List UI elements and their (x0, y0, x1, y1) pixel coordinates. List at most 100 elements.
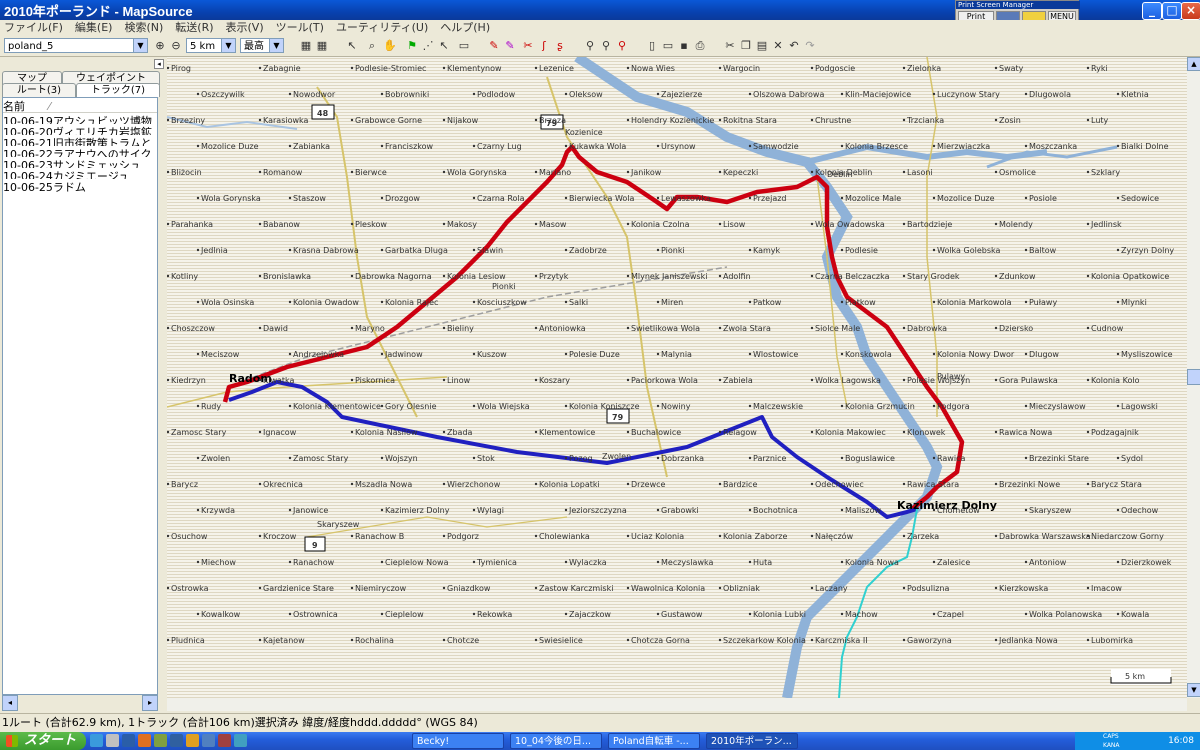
place-label: Salki (569, 298, 588, 307)
place-dot (1086, 430, 1090, 434)
start-button[interactable]: スタート (0, 732, 86, 750)
zoom-scale-select[interactable]: 5 km ▼ (186, 38, 236, 53)
quicklaunch-app-icon[interactable] (186, 734, 199, 747)
place-label: Malczewskie (753, 402, 803, 411)
quicklaunch-app-icon[interactable] (234, 734, 247, 747)
selection-arrow-icon[interactable]: ↖ (436, 38, 452, 54)
minimize-button[interactable]: _ (1142, 2, 1162, 20)
place-dot (196, 144, 200, 148)
map-view[interactable]: 48 79 79 9 Radom Kozienice Deblin Pulawy… (167, 57, 1187, 698)
menu-view[interactable]: 表示(V) (226, 20, 264, 36)
list-column-header[interactable]: 名前 ⁄ (3, 98, 157, 113)
tab-tracks[interactable]: トラック(7) (76, 83, 160, 97)
map-vertical-scrollbar[interactable]: ▲ ▼ (1187, 57, 1200, 698)
quicklaunch-desktop-icon[interactable] (106, 734, 119, 747)
track-draw-icon[interactable]: ✎ (486, 38, 502, 54)
chevron-down-icon[interactable]: ▼ (221, 39, 235, 52)
place-dot (258, 534, 262, 538)
waypoint-tool-icon[interactable]: ⚑ (404, 38, 420, 54)
cut-icon[interactable]: ✂ (722, 38, 738, 54)
clock[interactable]: 16:08 (1168, 732, 1194, 750)
find-nearby-icon[interactable]: ⚲ (598, 38, 614, 54)
chevron-down-icon[interactable]: ▼ (133, 39, 147, 52)
place-dot (258, 638, 262, 642)
track-join-icon[interactable]: ʃ (536, 38, 552, 54)
quicklaunch-app-icon[interactable] (170, 734, 183, 747)
quicklaunch-ie-icon[interactable] (90, 734, 103, 747)
place-label: Osmolice (999, 168, 1036, 177)
menu-file[interactable]: ファイル(F) (4, 20, 63, 36)
track-list-item[interactable]: 10-06-22ラアナウへのサイクリング (3, 146, 157, 177)
menu-help[interactable]: ヘルプ(H) (440, 20, 490, 36)
open-folder-icon[interactable]: ▭ (660, 38, 676, 54)
track-list-item[interactable]: 10-06-21旧市街散策トラムと徒歩 (3, 135, 157, 166)
place-label: Miren (661, 298, 683, 307)
track-list-item[interactable]: 10-06-19アウシュビッツ博物館見学バ (3, 113, 157, 144)
receive-from-device-icon[interactable]: ▦ (298, 38, 314, 54)
quicklaunch-app-icon[interactable] (202, 734, 215, 747)
zoom-out-icon[interactable]: ⊖ (168, 38, 184, 54)
track-list-item-selected[interactable]: 10-06-25ラドム (3, 179, 157, 194)
quicklaunch-app-icon[interactable] (218, 734, 231, 747)
place-dot (380, 612, 384, 616)
menu-tools[interactable]: ツール(T) (276, 20, 324, 36)
find-recent-icon[interactable]: ⚲ (614, 38, 630, 54)
map-product-select[interactable]: poland_5 ▼ (4, 38, 148, 53)
track-list-item[interactable]: 10-06-24カジミエージュ (3, 168, 157, 183)
print-icon[interactable]: ⎙ (692, 38, 708, 54)
taskbar-item[interactable]: Becky! (412, 733, 504, 749)
scroll-up-icon[interactable]: ▲ (1187, 57, 1200, 71)
chevron-down-icon[interactable]: ▼ (269, 39, 283, 52)
place-label: Gustawow (661, 610, 703, 619)
ruler-tool-icon[interactable]: ▭ (456, 38, 472, 54)
select-tool-icon[interactable]: ↖ (344, 38, 360, 54)
track-erase-icon[interactable]: ✎ (502, 38, 518, 54)
menu-transfer[interactable]: 転送(R) (175, 20, 213, 36)
close-button[interactable]: × (1181, 2, 1200, 20)
track-list-item[interactable]: 10-06-20ヴィエリチカ岩塩鉱山 (3, 124, 157, 155)
zoom-in-icon[interactable]: ⊕ (152, 38, 168, 54)
delete-icon[interactable]: ✕ (770, 38, 786, 54)
find-icon[interactable]: ⚲ (582, 38, 598, 54)
menu-utilities[interactable]: ユーティリティ(U) (336, 20, 428, 36)
map-horizontal-scrollbar[interactable] (167, 698, 1187, 711)
detail-level-select[interactable]: 最高 ▼ (240, 38, 284, 53)
quicklaunch-app-icon[interactable] (154, 734, 167, 747)
paste-icon[interactable]: ▤ (754, 38, 770, 54)
scroll-left-icon[interactable]: ◂ (2, 695, 18, 711)
menu-find[interactable]: 検索(N) (124, 20, 163, 36)
taskbar-item-active[interactable]: 2010年ポーラン... (706, 733, 798, 749)
maximize-button[interactable]: □ (1162, 2, 1182, 20)
place-label: Mozolice Duze (937, 194, 995, 203)
ime-indicator[interactable]: CAPS KANA (1103, 732, 1127, 750)
save-icon[interactable]: ▪ (676, 38, 692, 54)
track-filter-icon[interactable]: ʂ (552, 38, 568, 54)
quicklaunch-word-icon[interactable] (122, 734, 135, 747)
scroll-thumb[interactable] (1187, 369, 1200, 385)
place-label: Bartodzieje (907, 220, 952, 229)
undo-icon[interactable]: ↶ (786, 38, 802, 54)
taskbar-item[interactable]: 10_04今後の日... (510, 733, 602, 749)
map-canvas[interactable]: 48 79 79 9 Radom Kozienice Deblin Pulawy… (167, 57, 1187, 698)
quicklaunch-app-icon[interactable] (138, 734, 151, 747)
new-file-icon[interactable]: ▯ (644, 38, 660, 54)
scroll-right-icon[interactable]: ▸ (142, 695, 158, 711)
place-dot (1024, 456, 1028, 460)
scroll-down-icon[interactable]: ▼ (1187, 683, 1200, 697)
place-label: Buchalowice (631, 428, 681, 437)
send-to-device-icon[interactable]: ▦ (314, 38, 330, 54)
track-list-item[interactable]: 10-06-23サンドミェッシュ (3, 157, 157, 172)
route-tool-icon[interactable]: ⋰ (420, 38, 436, 54)
track-divide-icon[interactable]: ✂ (520, 38, 536, 54)
menu-edit[interactable]: 編集(E) (75, 20, 113, 36)
collapse-panel-icon[interactable]: ◂ (154, 59, 164, 69)
copy-icon[interactable]: ❐ (738, 38, 754, 54)
zoom-tool-icon[interactable]: ⌕ (364, 38, 380, 54)
hand-tool-icon[interactable]: ✋ (382, 38, 398, 54)
place-label: Mlynki (1121, 298, 1147, 307)
place-label: Trzcianka (906, 116, 944, 125)
redo-icon[interactable]: ↷ (802, 38, 818, 54)
tab-routes[interactable]: ルート(3) (2, 83, 76, 97)
taskbar-item[interactable]: Poland自転車 -... (608, 733, 700, 749)
place-dot (840, 248, 844, 252)
